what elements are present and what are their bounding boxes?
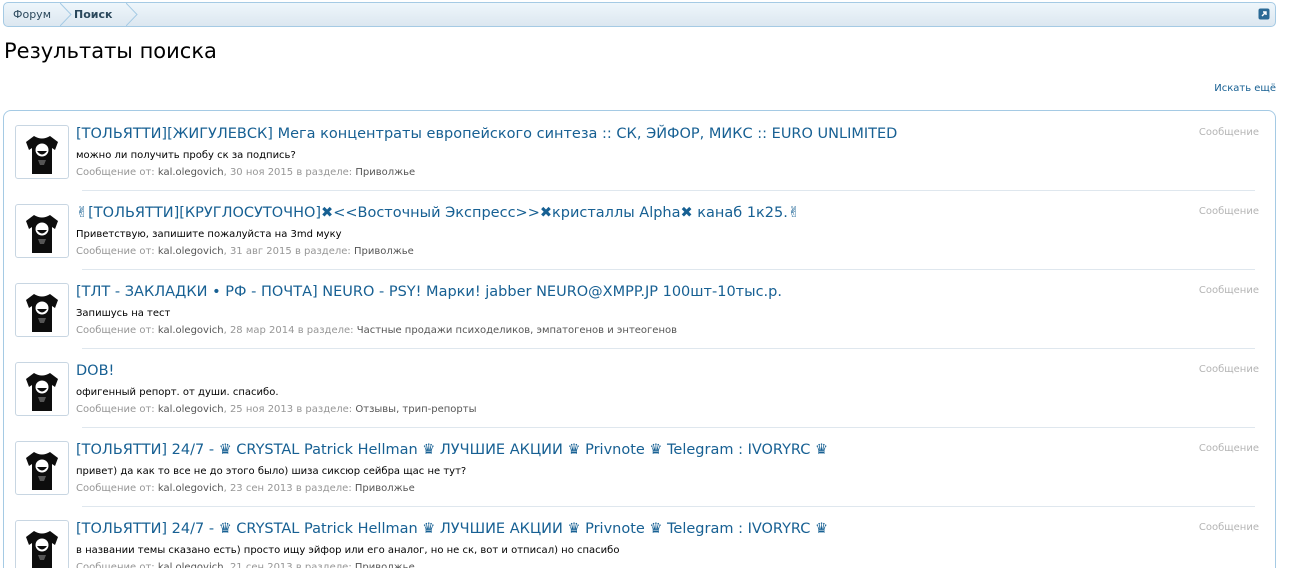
result-snippet: привет) да как то все не до этого было) …	[76, 466, 467, 477]
result-forum-link[interactable]: Приволжье	[355, 562, 415, 568]
result-date: 21 сен 2013	[229, 562, 293, 568]
breadcrumb-separator-icon	[126, 3, 138, 26]
result-divider	[82, 427, 1255, 428]
search-result-item: [ТОЛЬЯТТИ][ЖИГУЛЕВСК] Мега концентраты е…	[12, 111, 1265, 190]
result-user-link[interactable]: kal.olegovich	[158, 325, 224, 336]
result-user-link[interactable]: kal.olegovich	[158, 246, 224, 257]
result-forum-link[interactable]: Приволжье	[355, 483, 415, 494]
result-meta: Сообщение от: kal.olegovich, 21 сен 2013…	[76, 562, 415, 568]
result-forum-link[interactable]: Отзывы, трип-репорты	[355, 404, 476, 415]
breadcrumb-home-link[interactable]: Форум	[4, 3, 60, 26]
search-result-item: [ТОЛЬЯТТИ] 24/7 - ♛ CRYSTAL Patrick Hell…	[12, 427, 1265, 506]
breadcrumb-current[interactable]: Поиск	[60, 3, 128, 26]
search-result-item: [ТЛТ - ЗАКЛАДКИ • РФ - ПОЧТА] NEURO - PS…	[12, 269, 1265, 348]
meta-section-label: в разделе:	[294, 246, 351, 257]
result-title-link[interactable]: [ТОЛЬЯТТИ] 24/7 - ♛ CRYSTAL Patrick Hell…	[76, 521, 828, 537]
breadcrumb: Форум Поиск	[3, 2, 1276, 27]
meta-posted-by-label: Сообщение от:	[76, 325, 155, 336]
avatar[interactable]	[15, 125, 69, 179]
result-divider	[82, 348, 1255, 349]
result-title-link[interactable]: [ТОЛЬЯТТИ][ЖИГУЛЕВСК] Мега концентраты е…	[76, 126, 897, 142]
result-type-label: Сообщение	[1198, 206, 1259, 217]
page-title: Результаты поиска	[4, 39, 217, 63]
result-meta: Сообщение от: kal.olegovich, 28 мар 2014…	[76, 325, 678, 336]
result-date: 25 ноя 2013	[229, 404, 294, 415]
result-date: 23 сен 2013	[229, 483, 293, 494]
result-forum-link[interactable]: Приволжье	[354, 246, 414, 257]
meta-section-label: в разделе:	[295, 483, 352, 494]
result-snippet: Запишусь на тест	[76, 308, 171, 319]
result-type-label: Сообщение	[1198, 285, 1259, 296]
result-user-link[interactable]: kal.olegovich	[158, 562, 224, 568]
meta-section-label: в разделе:	[297, 325, 354, 336]
search-result-item: DOB! офигенный репорт. от души. спасибо.…	[12, 348, 1265, 427]
result-date: 30 ноя 2015	[229, 167, 294, 178]
search-result-item: ✌[ТОЛЬЯТТИ][КРУГЛОСУТОЧНО]✖<<Восточный Э…	[12, 190, 1265, 269]
result-divider	[82, 506, 1255, 507]
result-type-label: Сообщение	[1198, 443, 1259, 454]
meta-posted-by-label: Сообщение от:	[76, 404, 155, 415]
result-snippet: офигенный репорт. от души. спасибо.	[76, 387, 279, 398]
result-meta: Сообщение от: kal.olegovich, 30 ноя 2015…	[76, 167, 416, 178]
result-divider	[82, 269, 1255, 270]
result-meta: Сообщение от: kal.olegovich, 25 ноя 2013…	[76, 404, 477, 415]
result-date: 31 авг 2015	[229, 246, 292, 257]
avatar[interactable]	[15, 520, 69, 568]
result-type-label: Сообщение	[1198, 127, 1259, 138]
search-result-item: [ТОЛЬЯТТИ] 24/7 - ♛ CRYSTAL Patrick Hell…	[12, 506, 1265, 568]
result-user-link[interactable]: kal.olegovich	[158, 483, 224, 494]
meta-posted-by-label: Сообщение от:	[76, 246, 155, 257]
avatar[interactable]	[15, 204, 69, 258]
result-meta: Сообщение от: kal.olegovich, 23 сен 2013…	[76, 483, 415, 494]
meta-posted-by-label: Сообщение от:	[76, 167, 155, 178]
result-user-link[interactable]: kal.olegovich	[158, 404, 224, 415]
result-meta: Сообщение от: kal.olegovich, 31 авг 2015…	[76, 246, 414, 257]
result-title-link[interactable]: [ТОЛЬЯТТИ] 24/7 - ♛ CRYSTAL Patrick Hell…	[76, 442, 828, 458]
result-snippet: можно ли получить пробу ск за подпись?	[76, 150, 296, 161]
result-forum-link[interactable]: Частные продажи психоделиков, эмпатогено…	[357, 325, 677, 336]
result-title-link[interactable]: [ТЛТ - ЗАКЛАДКИ • РФ - ПОЧТА] NEURO - PS…	[76, 284, 782, 300]
search-results-list: [ТОЛЬЯТТИ][ЖИГУЛЕВСК] Мега концентраты е…	[3, 110, 1276, 568]
meta-posted-by-label: Сообщение от:	[76, 483, 155, 494]
avatar[interactable]	[15, 362, 69, 416]
result-divider	[82, 190, 1255, 191]
jump-to-icon[interactable]	[1258, 8, 1270, 20]
search-more-link[interactable]: Искать ещё	[1214, 83, 1276, 94]
meta-section-label: в разделе:	[296, 167, 353, 178]
result-title-link[interactable]: ✌[ТОЛЬЯТТИ][КРУГЛОСУТОЧНО]✖<<Восточный Э…	[76, 205, 800, 221]
result-title-link[interactable]: DOB!	[76, 363, 114, 379]
result-type-label: Сообщение	[1198, 364, 1259, 375]
avatar[interactable]	[15, 283, 69, 337]
result-date: 28 мар 2014	[229, 325, 295, 336]
result-forum-link[interactable]: Приволжье	[355, 167, 415, 178]
result-snippet: в названии темы сказано есть) просто ищу…	[76, 545, 620, 556]
result-type-label: Сообщение	[1198, 522, 1259, 533]
meta-posted-by-label: Сообщение от:	[76, 562, 155, 568]
avatar[interactable]	[15, 441, 69, 495]
result-user-link[interactable]: kal.olegovich	[158, 167, 224, 178]
result-snippet: Приветствую, запишите пожалуйста на 3md …	[76, 229, 342, 240]
meta-section-label: в разделе:	[295, 562, 352, 568]
meta-section-label: в разделе:	[296, 404, 353, 415]
